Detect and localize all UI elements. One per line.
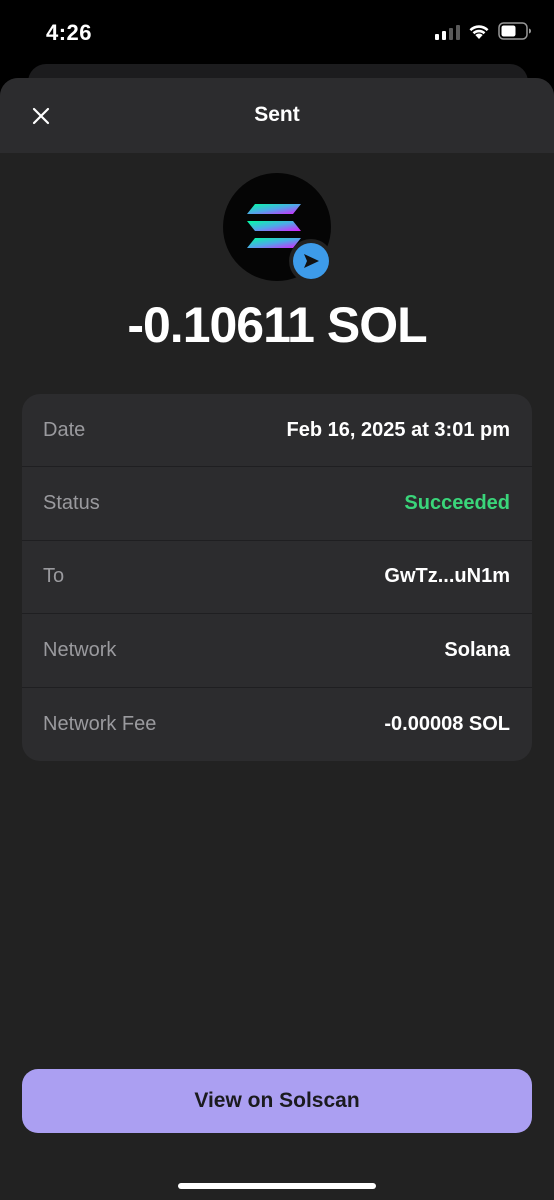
detail-label: Status xyxy=(43,492,100,515)
detail-row-network-fee: Network Fee -0.00008 SOL xyxy=(22,688,532,761)
sheet-title: Sent xyxy=(254,103,300,126)
detail-row-status: Status Succeeded xyxy=(22,467,532,541)
detail-row-network: Network Solana xyxy=(22,614,532,688)
status-icons xyxy=(435,22,532,40)
status-bar: 4:26 xyxy=(0,0,554,64)
status-time: 4:26 xyxy=(46,20,93,45)
detail-value: Solana xyxy=(444,638,510,661)
detail-row-to[interactable]: To GwTz...uN1m xyxy=(22,541,532,615)
transaction-details: Date Feb 16, 2025 at 3:01 pm Status Succ… xyxy=(22,394,532,761)
detail-row-date: Date Feb 16, 2025 at 3:01 pm xyxy=(22,394,532,468)
send-badge xyxy=(289,239,333,283)
status-value: Succeeded xyxy=(404,492,510,515)
send-icon xyxy=(304,254,319,268)
sheet-header: Sent xyxy=(0,78,554,153)
detail-value: Feb 16, 2025 at 3:01 pm xyxy=(286,418,510,441)
token-icon-group xyxy=(223,173,333,283)
recipient-address[interactable]: GwTz...uN1m xyxy=(384,565,510,588)
wifi-icon xyxy=(469,24,489,39)
home-indicator xyxy=(178,1183,376,1189)
transaction-amount: -0.10611 SOL xyxy=(127,297,427,353)
detail-label: To xyxy=(43,565,65,588)
battery-icon xyxy=(498,22,531,40)
detail-label: Date xyxy=(43,418,86,441)
view-on-solscan-button[interactable]: View on Solscan xyxy=(22,1069,532,1133)
detail-label: Network Fee xyxy=(43,712,157,735)
screen: 4:26 Sent -0.10611 SOL Date Feb 16, 2025… xyxy=(0,0,554,1200)
detail-value: -0.00008 SOL xyxy=(384,712,510,735)
detail-label: Network xyxy=(43,638,117,661)
signal-icon xyxy=(435,22,460,40)
